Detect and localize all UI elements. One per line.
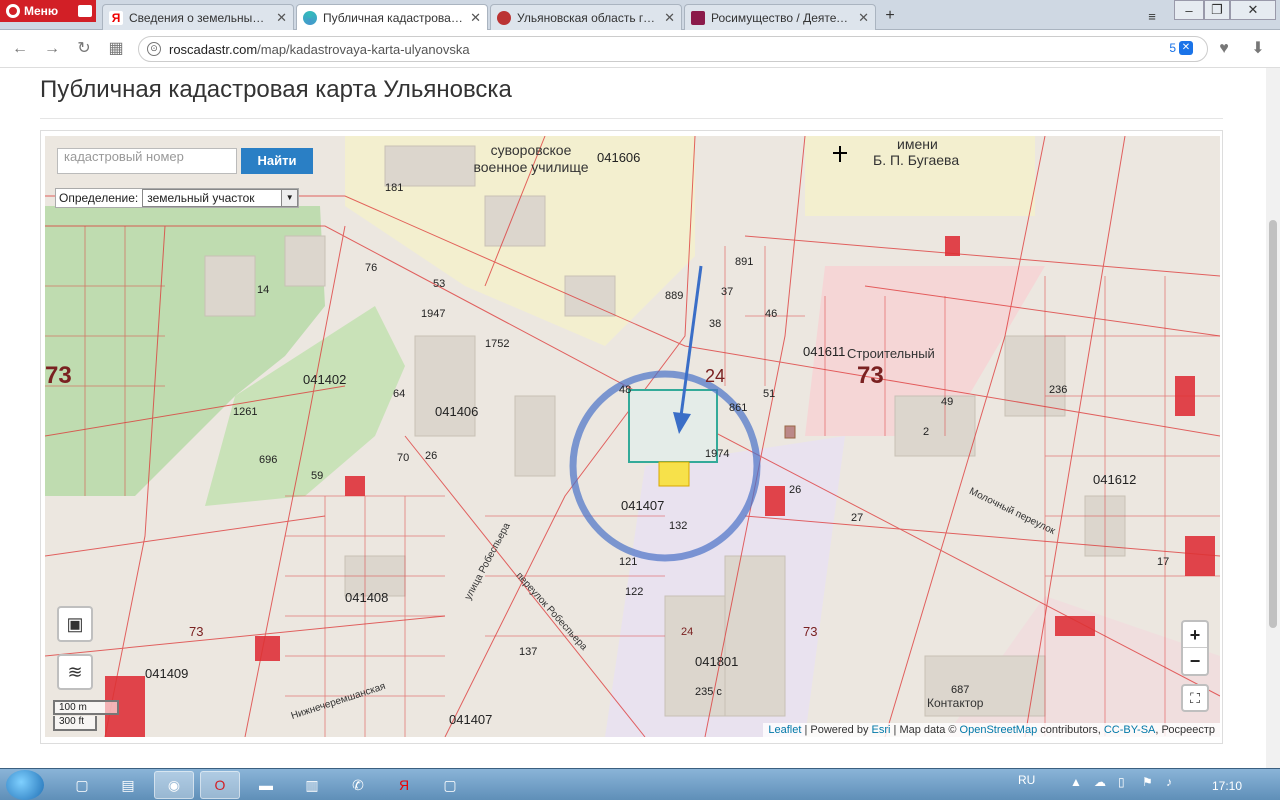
- map-icon: [303, 11, 317, 25]
- scrollbar-thumb[interactable]: [1269, 220, 1277, 628]
- tab-3[interactable]: Росимущество / Деятельн ✕: [684, 4, 876, 30]
- tray-device-icon[interactable]: ▯: [1118, 775, 1125, 789]
- definition-value: земельный участок: [147, 191, 255, 205]
- tab-title: Росимущество / Деятельн: [711, 10, 853, 25]
- address-bar: ← → ↻ ▦ ⊙ roscadastr.com/map/kadastrovay…: [0, 30, 1280, 68]
- zoom-control: + −: [1181, 620, 1209, 676]
- rosim-icon: [691, 10, 705, 25]
- tab-menu-icon[interactable]: ≡: [1142, 6, 1162, 26]
- heart-icon[interactable]: ♥: [1214, 39, 1234, 59]
- viber-icon[interactable]: ✆: [338, 771, 378, 799]
- leaflet-link[interactable]: Leaflet: [768, 724, 801, 736]
- tray-network-icon[interactable]: ▲: [1070, 775, 1082, 789]
- tray-cloud-icon[interactable]: ☁: [1094, 775, 1106, 789]
- maximize-button[interactable]: ❐: [1204, 0, 1230, 20]
- download-icon[interactable]: ⬇: [1248, 39, 1268, 59]
- close-tab-icon[interactable]: ✕: [664, 10, 675, 26]
- cadastral-map[interactable]: 041606 041406 041402 041407 041407 04140…: [45, 136, 1220, 737]
- minimize-button[interactable]: –: [1174, 0, 1204, 20]
- close-tab-icon[interactable]: ✕: [276, 10, 287, 26]
- app-window-icon[interactable]: ▢: [430, 771, 470, 799]
- attribution-text: , Росреестр: [1155, 724, 1215, 736]
- attribution-text: | Powered by: [801, 724, 872, 736]
- scale-metric: 100 m: [53, 700, 119, 715]
- fullscreen-icon[interactable]: ⛶: [1181, 684, 1209, 712]
- zoom-in-button[interactable]: +: [1183, 622, 1207, 648]
- definition-label: Определение:: [59, 191, 139, 205]
- definition-select[interactable]: земельный участок ▼: [142, 189, 299, 207]
- esri-link[interactable]: Esri: [872, 724, 891, 736]
- reload-icon[interactable]: ↻: [74, 39, 94, 59]
- definition-control: Определение: земельный участок ▼: [55, 188, 300, 208]
- yandex-browser-icon[interactable]: Я: [384, 771, 424, 799]
- find-button[interactable]: Найти: [241, 148, 313, 174]
- close-tab-icon[interactable]: ✕: [470, 10, 481, 26]
- tab-title: Ульяновская область гото: [517, 10, 659, 25]
- opera-logo-icon: [6, 4, 20, 18]
- menu-label: Меню: [24, 4, 59, 18]
- divider: [40, 118, 1223, 119]
- shield-icon: ✕: [1179, 41, 1193, 55]
- tab-2[interactable]: Ульяновская область гото ✕: [490, 4, 682, 30]
- map-attribution: Leaflet | Powered by Esri | Map data © O…: [763, 723, 1220, 737]
- tab-title: Сведения о земельных уч: [129, 10, 271, 25]
- adblock-count: 5: [1169, 41, 1176, 55]
- speed-dial-icon[interactable]: ▦: [106, 39, 126, 59]
- print-icon[interactable]: ▣: [57, 606, 93, 642]
- folder-icon[interactable]: ▤: [108, 771, 148, 799]
- attribution-text: contributors,: [1037, 724, 1104, 736]
- opera-menu-button[interactable]: Меню: [0, 0, 96, 22]
- ccbysa-link[interactable]: CC-BY-SA: [1104, 724, 1156, 736]
- back-icon[interactable]: ←: [10, 39, 30, 59]
- opera-icon[interactable]: O: [200, 771, 240, 799]
- site-icon: [497, 10, 511, 25]
- map-container: 041606 041406 041402 041407 041407 04140…: [40, 130, 1223, 744]
- tab-0[interactable]: Я Сведения о земельных уч ✕: [102, 4, 294, 30]
- taskbar: ▢ ▤ ◉ O ▬ ▥ ✆ Я ▢ RU ▲ ☁ ▯ ⚑ ♪ 17:10: [0, 768, 1280, 800]
- map-canvas: [45, 136, 1220, 737]
- yandex-icon: Я: [109, 10, 123, 25]
- window-icon[interactable]: ▢: [62, 771, 102, 799]
- new-tab-button[interactable]: +: [880, 6, 900, 26]
- scale-imperial: 300 ft: [53, 716, 97, 731]
- layers-icon[interactable]: ≋: [57, 654, 93, 690]
- url-path: /map/kadastrovaya-karta-ulyanovska: [257, 41, 470, 57]
- tab-1[interactable]: Публичная кадастровая к ✕: [296, 4, 488, 31]
- url-field[interactable]: ⊙ roscadastr.com/map/kadastrovaya-karta-…: [138, 36, 1208, 62]
- page-scrollbar[interactable]: [1266, 68, 1280, 768]
- forward-icon[interactable]: →: [42, 39, 62, 59]
- cadastral-number-input[interactable]: кадастровый номер: [57, 148, 237, 174]
- tab-strip: Меню Я Сведения о земельных уч ✕ Публичн…: [0, 0, 1280, 31]
- start-button[interactable]: [6, 770, 44, 800]
- osm-link[interactable]: OpenStreetMap: [960, 724, 1038, 736]
- save-icon[interactable]: ▬: [246, 771, 286, 799]
- tab-title: Публичная кадастровая к: [323, 11, 465, 25]
- chrome-icon[interactable]: ◉: [154, 771, 194, 799]
- zoom-out-button[interactable]: −: [1183, 648, 1207, 674]
- clock[interactable]: 17:10: [1212, 779, 1242, 793]
- close-window-button[interactable]: ✕: [1230, 0, 1276, 20]
- calculator-icon[interactable]: ▥: [292, 771, 332, 799]
- attribution-text: | Map data ©: [890, 724, 960, 736]
- page-title: Публичная кадастровая карта Ульяновска: [40, 76, 512, 103]
- site-info-icon[interactable]: ⊙: [147, 42, 161, 56]
- language-indicator[interactable]: RU: [1018, 773, 1035, 787]
- adblock-badge[interactable]: 5 ✕: [1169, 41, 1193, 55]
- close-tab-icon[interactable]: ✕: [858, 10, 869, 26]
- tray-flag-icon[interactable]: ⚑: [1142, 775, 1153, 789]
- chevron-down-icon: ▼: [281, 190, 298, 206]
- url-domain: roscadastr.com: [169, 41, 258, 57]
- menu-extra-icon: [78, 5, 92, 17]
- tray-volume-icon[interactable]: ♪: [1166, 775, 1172, 789]
